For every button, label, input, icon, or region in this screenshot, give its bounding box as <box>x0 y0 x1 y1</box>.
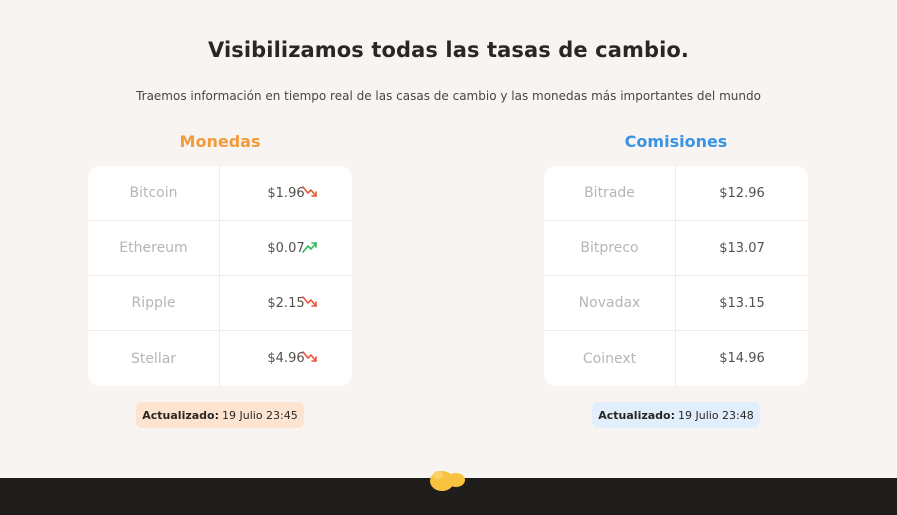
comisiones-section: Comisiones Bitrade $12.96 Bitpreco $13.0… <box>544 130 808 428</box>
exchange-value: $13.07 <box>719 240 765 256</box>
table-row: Novadax $13.15 <box>544 276 808 331</box>
table-row: Coinext $14.96 <box>544 331 808 386</box>
coin-value-cell: $2.15 <box>220 276 352 330</box>
updated-label: Actualizado: <box>598 408 675 422</box>
updated-value: 19 Julio 23:45 <box>222 408 298 422</box>
logo-icon[interactable] <box>428 466 468 492</box>
exchange-value: $14.96 <box>719 351 765 366</box>
exchange-value: $13.15 <box>719 295 765 311</box>
coin-name: Ethereum <box>88 221 220 275</box>
trend-down-icon <box>302 296 317 307</box>
exchange-name: Bitpreco <box>544 221 676 275</box>
coin-value: $1.96 <box>267 185 305 201</box>
coin-value: $2.15 <box>267 295 305 311</box>
coin-name: Ripple <box>88 276 220 330</box>
monedas-table: Bitcoin $1.96 Ethereum $0.07 Ripple $2.1… <box>88 166 352 386</box>
table-row: Ethereum $0.07 <box>88 221 352 276</box>
comisiones-table: Bitrade $12.96 Bitpreco $13.07 Novadax $… <box>544 166 808 386</box>
updated-label: Actualizado: <box>142 408 219 422</box>
coin-value: $0.07 <box>267 240 305 256</box>
table-row: Bitrade $12.96 <box>544 166 808 221</box>
table-row: Bitpreco $13.07 <box>544 221 808 276</box>
page-subtitle: Traemos información en tiempo real de la… <box>136 89 761 103</box>
coin-value: $4.96 <box>267 351 305 366</box>
coin-value-cell: $1.96 <box>220 166 352 220</box>
trend-up-icon <box>302 242 317 253</box>
exchange-value: $12.96 <box>719 185 765 201</box>
trend-down-icon <box>302 186 317 197</box>
page-title: Visibilizamos todas las tasas de cambio. <box>208 38 689 62</box>
coin-name: Bitcoin <box>88 166 220 220</box>
exchange-name: Novadax <box>544 276 676 330</box>
comisiones-title: Comisiones <box>624 132 728 151</box>
monedas-updated-badge: Actualizado: 19 Julio 23:45 <box>136 402 304 428</box>
monedas-title: Monedas <box>179 132 261 151</box>
comisiones-updated-badge: Actualizado: 19 Julio 23:48 <box>592 402 760 428</box>
monedas-section: Monedas Bitcoin $1.96 Ethereum $0.07 Rip… <box>88 130 352 428</box>
coin-name: Stellar <box>88 331 220 386</box>
coin-value-cell: $0.07 <box>220 221 352 275</box>
exchange-name: Coinext <box>544 331 676 386</box>
table-row: Ripple $2.15 <box>88 276 352 331</box>
exchange-name: Bitrade <box>544 166 676 220</box>
updated-value: 19 Julio 23:48 <box>678 408 754 422</box>
trend-down-icon <box>302 351 317 362</box>
coin-value-cell: $4.96 <box>220 331 352 386</box>
table-row: Stellar $4.96 <box>88 331 352 386</box>
table-row: Bitcoin $1.96 <box>88 166 352 221</box>
